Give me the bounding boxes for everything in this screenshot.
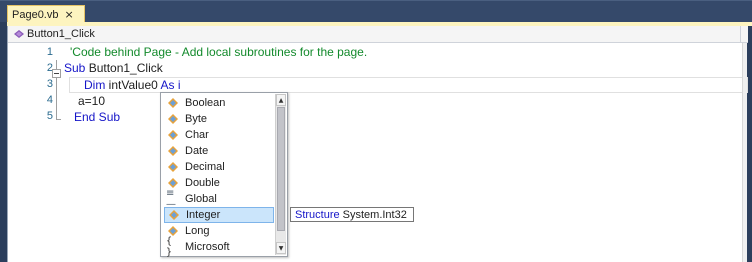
code-line-active: Dim intValue0 As i [84, 77, 181, 93]
ide-window: Page0.vb × Button1_Click 1 2 3 4 5 'Code… [0, 0, 752, 262]
completion-item-label: Long [185, 225, 210, 237]
scroll-down-button[interactable]: ▼ [276, 242, 286, 254]
method-icon [14, 30, 24, 38]
keyword: As [160, 78, 175, 92]
completion-item[interactable]: Char [164, 127, 274, 143]
keyword: Dim [84, 78, 106, 92]
line-number: 4 [46, 94, 53, 106]
line-number: 2 [46, 62, 53, 74]
structure-icon [166, 96, 180, 110]
completion-item[interactable]: { } Microsoft [164, 236, 274, 258]
tab-label: Page0.vb [12, 8, 59, 21]
code-line: End Sub [74, 109, 120, 125]
completion-item-label: Integer [186, 209, 221, 221]
line-number: 3 [46, 78, 53, 90]
collapse-toggle[interactable] [52, 69, 61, 78]
member-dropdown[interactable]: Button1_Click [8, 26, 748, 43]
tooltip-type: System.Int32 [342, 208, 407, 221]
completion-item[interactable]: Boolean [164, 95, 274, 111]
completion-item-label: Boolean [185, 97, 226, 109]
typed-text: i [174, 78, 181, 92]
global-icon: ≡— [166, 188, 176, 210]
completion-item-label: Decimal [185, 161, 225, 173]
line-number-gutter: 1 2 3 4 5 [8, 44, 54, 262]
structure-icon [167, 208, 181, 222]
completion-item[interactable]: Date [164, 143, 274, 159]
completion-item-label: Global [185, 193, 217, 205]
line-number: 1 [46, 46, 53, 58]
statement: a=10 [78, 94, 106, 108]
comment-text: 'Code behind Page - Add local subroutine… [70, 45, 368, 59]
keyword: End Sub [74, 110, 121, 124]
completion-item-label: Double [185, 177, 220, 189]
completion-item-label: Date [185, 145, 209, 157]
vertical-scrollbar[interactable] [742, 43, 747, 262]
document-tab-strip: Page0.vb × [0, 0, 752, 23]
code-line: 'Code behind Page - Add local subroutine… [70, 44, 367, 60]
code-line: Sub Button1_Click [64, 60, 163, 76]
code-editor[interactable]: Button1_Click 1 2 3 4 5 'Code behind Pag… [7, 26, 748, 262]
member-dropdown-button[interactable] [740, 26, 748, 42]
member-name: Button1_Click [27, 28, 95, 40]
completion-scrollbar[interactable]: ▲ ▼ [275, 94, 286, 255]
completion-item[interactable]: ≡— Global [164, 188, 274, 210]
tooltip-kind: Structure [295, 208, 340, 221]
completion-item-label: Microsoft [185, 241, 230, 253]
outlining-end [56, 119, 61, 120]
completion-item[interactable]: Long [164, 223, 274, 239]
keyword: Sub [64, 61, 86, 75]
structure-icon [166, 128, 180, 142]
completion-item[interactable]: Double [164, 175, 274, 191]
quickinfo-tooltip: Structure System.Int32 [290, 207, 414, 222]
structure-icon [166, 160, 180, 174]
completion-item-label: Char [185, 129, 209, 141]
scroll-thumb[interactable] [277, 107, 285, 231]
identifier: Button1_Click [85, 61, 163, 75]
completion-item[interactable]: Byte [164, 111, 274, 127]
namespace-icon: { } [166, 236, 173, 258]
structure-icon [166, 144, 180, 158]
close-icon[interactable]: × [64, 9, 73, 20]
line-number: 5 [46, 110, 53, 122]
completion-item[interactable]: Integer [164, 207, 274, 223]
completion-item-label: Byte [185, 113, 208, 125]
completion-item[interactable]: Decimal [164, 159, 274, 175]
tab-page0-vb[interactable]: Page0.vb × [7, 5, 85, 23]
code-line: a=10 [78, 93, 105, 109]
structure-icon [166, 112, 180, 126]
identifier: intValue0 [105, 78, 161, 92]
scroll-up-button[interactable]: ▲ [276, 94, 286, 106]
intellisense-completion-list[interactable]: Boolean Byte Char Date Decimal Double ≡— Global… [160, 92, 288, 258]
